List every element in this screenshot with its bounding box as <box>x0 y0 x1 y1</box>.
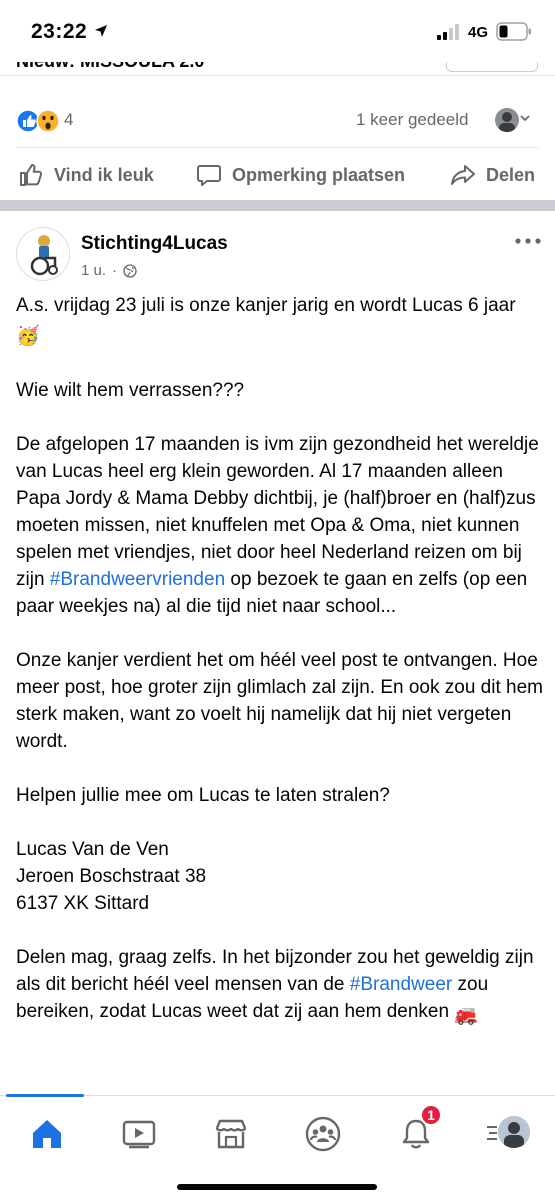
cellular-signal-icon <box>437 24 459 40</box>
reactions-summary[interactable]: 4 1 keer gedeeld <box>0 100 555 140</box>
comment-icon <box>197 165 221 186</box>
tab-home[interactable] <box>27 1114 67 1154</box>
address-city: 6137 XK Sittard <box>16 893 150 914</box>
divider <box>0 75 555 76</box>
status-bar: 23:22 4G <box>0 0 555 62</box>
active-tab-indicator <box>6 1094 84 1097</box>
chevron-down-icon <box>520 115 530 122</box>
status-time: 23:22 <box>31 20 88 43</box>
marketplace-icon <box>215 1119 247 1149</box>
reaction-count: 4 <box>64 110 74 129</box>
hashtag-link[interactable]: #Brandweervrienden <box>50 569 225 590</box>
post-paragraph: Delen mag, graag zelfs. In het bijzonder… <box>16 944 544 1029</box>
previous-post-button[interactable] <box>446 62 538 72</box>
page-avatar[interactable] <box>16 227 70 281</box>
post-paragraph: De afgelopen 17 maanden is ivm zijn gezo… <box>16 434 539 617</box>
tab-video[interactable] <box>119 1114 159 1154</box>
wheelchair-logo-icon <box>30 235 58 276</box>
post-paragraph: A.s. vrijdag 23 juli is onze kanjer jari… <box>16 292 544 350</box>
groups-icon <box>305 1116 341 1152</box>
tab-marketplace[interactable] <box>211 1114 251 1154</box>
post-time[interactable]: 1 u. <box>81 262 106 279</box>
post-paragraph: Helpen jullie mee om Lucas te laten stra… <box>16 785 390 806</box>
address-name: Lucas Van de Ven <box>16 839 169 860</box>
video-icon <box>122 1120 156 1149</box>
reaction-icons <box>16 109 60 133</box>
post-actions: Vind ik leuk Opmerking plaatsen Delen <box>0 152 555 198</box>
post-paragraph: Onze kanjer verdient het om héél veel po… <box>16 650 543 752</box>
hashtag-link[interactable]: #Brandweer <box>350 974 452 995</box>
like-reaction-icon <box>16 109 40 133</box>
post-header: Stichting4Lucas 1 u. · <box>0 211 555 287</box>
like-button[interactable]: Vind ik leuk <box>18 160 154 190</box>
party-face-emoji: 🥳 <box>16 326 40 347</box>
divider <box>16 147 539 148</box>
share-count[interactable]: 1 keer gedeeld <box>356 110 468 130</box>
like-label: Vind ik leuk <box>54 164 154 185</box>
post-paragraph: Wie wilt hem verrassen??? <box>16 380 245 401</box>
sharer-avatar <box>495 108 519 132</box>
share-label: Delen <box>486 164 536 185</box>
more-options-icon[interactable] <box>514 237 542 245</box>
post-meta: 1 u. · <box>81 262 137 279</box>
feed-separator <box>0 200 555 211</box>
network-type: 4G <box>468 24 489 41</box>
menu-icon <box>487 1126 497 1140</box>
comment-button[interactable]: Opmerking plaatsen <box>196 160 405 190</box>
thumbs-up-icon <box>20 164 43 186</box>
share-button[interactable]: Delen <box>450 160 535 190</box>
wow-reaction-icon <box>36 109 60 133</box>
previous-post-title: Nieuw: MISSOULA 2.0 <box>16 62 204 72</box>
meta-separator: · <box>112 262 118 279</box>
battery-icon <box>496 22 531 41</box>
home-indicator <box>177 1184 377 1190</box>
tab-menu[interactable] <box>486 1114 532 1154</box>
previous-post-strip: Nieuw: MISSOULA 2.0 <box>0 62 555 76</box>
comment-label: Opmerking plaatsen <box>232 164 406 185</box>
tab-groups[interactable] <box>303 1114 343 1154</box>
post-text: A.s. vrijdag 23 juli is onze kanjer jari… <box>16 292 544 1056</box>
address-street: Jeroen Boschstraat 38 <box>16 866 207 887</box>
location-arrow-icon <box>95 25 107 37</box>
fire-engine-emoji: 🚒 <box>454 1005 479 1026</box>
profile-avatar <box>498 1116 530 1148</box>
page-name[interactable]: Stichting4Lucas <box>81 233 228 255</box>
notification-badge: 1 <box>420 1104 442 1126</box>
home-icon <box>33 1120 61 1148</box>
globe-icon <box>123 263 137 278</box>
share-arrow-icon <box>451 165 475 185</box>
